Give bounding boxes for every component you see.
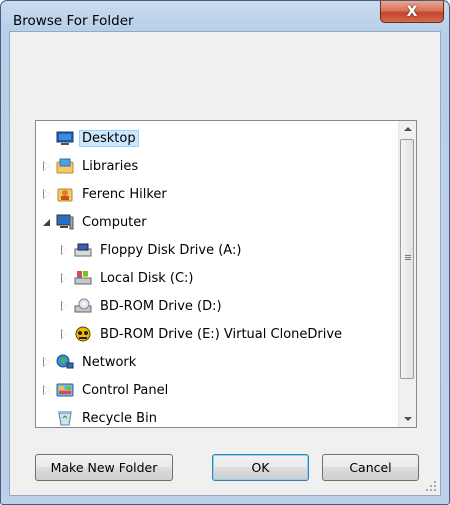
expand-arrow-icon[interactable] [59, 300, 71, 312]
tree-item-label: Network [82, 354, 137, 370]
tree-item-label: Desktop [79, 129, 139, 147]
tree-item[interactable]: Local Disk (C:) [59, 267, 196, 289]
dialog-client-area: Desktop Libraries Ferenc Hilker Computer Flo… [9, 31, 441, 496]
control-panel-icon [56, 382, 74, 398]
tree-item-label: Libraries [82, 158, 139, 174]
expand-arrow-icon[interactable] [59, 272, 71, 284]
clonedrive-icon [74, 326, 92, 342]
tree-item[interactable]: Floppy Disk Drive (A:) [59, 239, 244, 261]
network-icon [56, 354, 74, 370]
floppy-drive-icon [74, 242, 92, 258]
expand-arrow-icon[interactable] [41, 356, 53, 368]
tree-item[interactable]: Ferenc Hilker [41, 183, 170, 205]
folder-tree[interactable]: Desktop Libraries Ferenc Hilker Computer Flo… [35, 120, 417, 428]
tree-item-label: Control Panel [82, 382, 169, 398]
scroll-down-arrow-icon[interactable] [399, 410, 416, 427]
tree-item-label: Local Disk (C:) [100, 270, 194, 286]
window-title: Browse For Folder [13, 13, 134, 29]
expand-arrow-icon[interactable] [41, 384, 53, 396]
tree-item[interactable]: Computer [41, 211, 150, 233]
cancel-button[interactable]: Cancel [322, 454, 419, 481]
close-icon: X [406, 4, 418, 20]
tree-item-label: Floppy Disk Drive (A:) [100, 242, 242, 258]
local-disk-icon [74, 270, 92, 286]
desktop-icon [56, 130, 74, 146]
browse-for-folder-dialog: Browse For Folder X Desktop Libraries Fere… [0, 0, 450, 505]
computer-icon [56, 214, 74, 230]
resize-grip-icon[interactable] [426, 481, 436, 491]
tree-item[interactable]: BD-ROM Drive (E:) Virtual CloneDrive [59, 323, 345, 345]
scroll-thumb[interactable] [400, 139, 414, 379]
tree-item[interactable]: Desktop [41, 127, 139, 149]
bd-rom-drive-icon [74, 298, 92, 314]
tree-item-label: Computer [82, 214, 147, 230]
vertical-scrollbar[interactable] [398, 121, 416, 427]
expand-arrow-icon[interactable] [59, 244, 71, 256]
tree-item-label: Recycle Bin [82, 410, 157, 426]
tree-item-label: Ferenc Hilker [82, 186, 167, 202]
collapse-arrow-icon[interactable] [41, 216, 53, 228]
tree-item[interactable]: Recycle Bin [41, 407, 160, 429]
tree-item[interactable]: BD-ROM Drive (D:) [59, 295, 225, 317]
tree-item[interactable]: Control Panel [41, 379, 171, 401]
expand-arrow-icon[interactable] [41, 188, 53, 200]
expand-arrow-icon[interactable] [41, 160, 53, 172]
close-button[interactable]: X [380, 1, 444, 23]
make-new-folder-button[interactable]: Make New Folder [35, 454, 173, 481]
user-folder-icon [56, 186, 74, 202]
tree-item-label: BD-ROM Drive (E:) Virtual CloneDrive [100, 326, 343, 342]
grip-icon [405, 255, 411, 256]
scroll-up-arrow-icon[interactable] [399, 121, 416, 138]
libraries-icon [56, 158, 74, 174]
tree-item-label: BD-ROM Drive (D:) [100, 298, 222, 314]
recycle-bin-icon [56, 410, 74, 426]
ok-button[interactable]: OK [212, 454, 309, 481]
tree-item[interactable]: Libraries [41, 155, 141, 177]
expand-arrow-icon[interactable] [59, 328, 71, 340]
tree-item[interactable]: Network [41, 351, 139, 373]
